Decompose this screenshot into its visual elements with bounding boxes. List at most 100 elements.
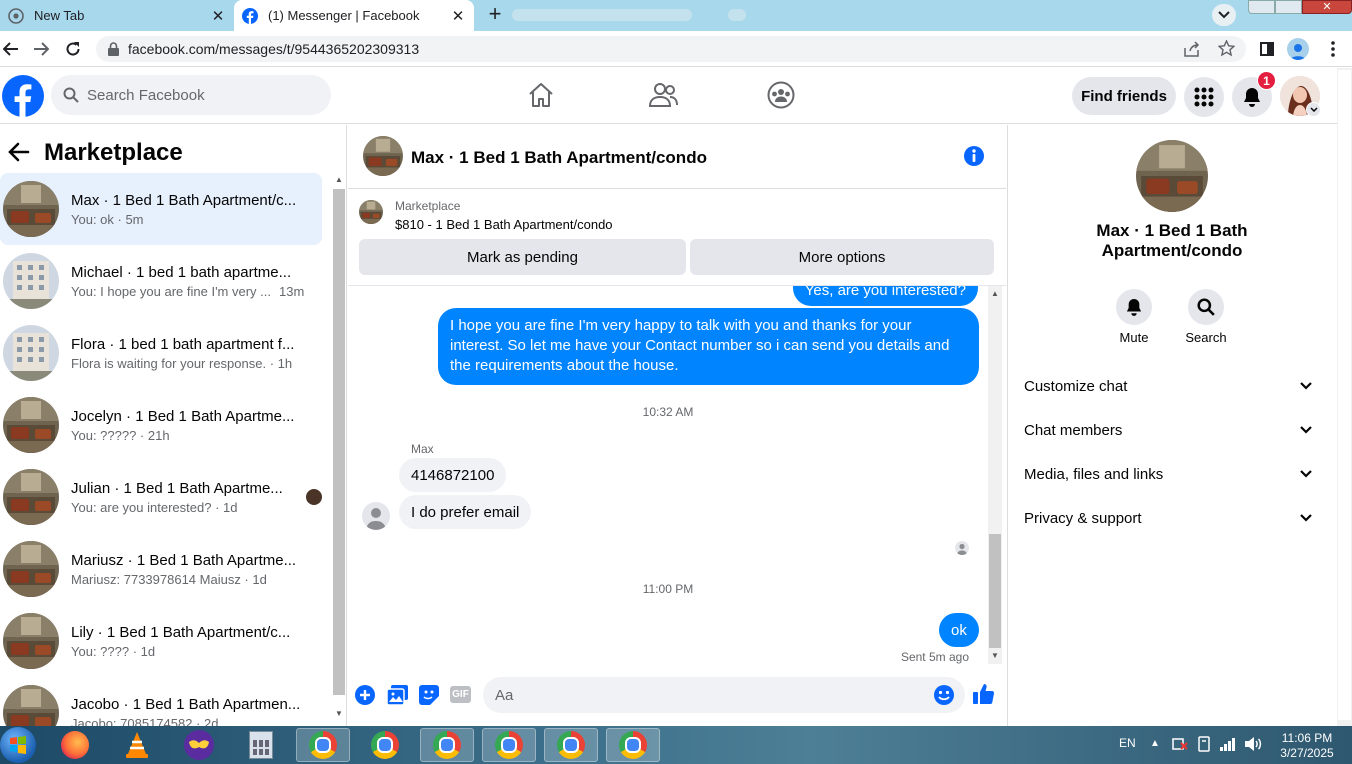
mark-as-pending-button[interactable]: Mark as pending — [359, 239, 686, 275]
facebook-logo[interactable] — [2, 75, 44, 117]
details-section-item[interactable]: Media, files and links — [1008, 454, 1328, 494]
back-arrow-icon[interactable] — [8, 142, 30, 162]
close-tab-icon[interactable]: ✕ — [450, 7, 466, 25]
details-section-item[interactable]: Chat members — [1008, 410, 1328, 450]
mute-button[interactable] — [1116, 289, 1152, 325]
lock-icon — [108, 42, 119, 56]
language-indicator[interactable]: EN — [1119, 736, 1136, 750]
volume-icon[interactable] — [1244, 736, 1262, 752]
share-icon[interactable] — [1184, 41, 1201, 57]
incoming-message[interactable]: 4146872100 — [399, 458, 507, 492]
thumbs-up-icon[interactable] — [973, 683, 995, 705]
photo-gallery-icon[interactable] — [387, 685, 408, 705]
thread-scrollbar[interactable]: ▲ ▼ — [988, 286, 1002, 664]
outgoing-message[interactable]: I hope you are fine I'm very happy to ta… — [438, 308, 979, 385]
scroll-up-icon[interactable]: ▲ — [335, 175, 343, 184]
find-friends-button[interactable]: Find friends — [1072, 77, 1176, 115]
tab-search-button[interactable] — [1212, 4, 1236, 26]
facebook-search-input[interactable]: Search Facebook — [51, 75, 331, 115]
bookmark-star-icon[interactable] — [1218, 40, 1235, 57]
chrome-taskbar-icon[interactable] — [296, 728, 350, 762]
add-attachment-icon[interactable] — [354, 684, 376, 706]
forward-arrow-icon — [34, 42, 49, 56]
profile-button[interactable] — [1287, 38, 1309, 60]
profile-icon — [1290, 44, 1306, 60]
side-panel-button[interactable] — [1256, 38, 1278, 60]
account-chevron[interactable] — [1306, 102, 1321, 117]
scrollbar-thumb[interactable] — [1338, 70, 1351, 720]
close-tab-icon[interactable]: ✕ — [210, 7, 226, 25]
faded-tab[interactable] — [728, 9, 746, 21]
taskbar-clock[interactable]: 11:06 PM 3/27/2025 — [1268, 731, 1346, 761]
maximize-button[interactable] — [1275, 0, 1302, 14]
chat-title[interactable]: Max · 1 Bed 1 Bath Apartment/condo — [411, 148, 707, 168]
search-icon — [1197, 298, 1215, 316]
sticker-icon[interactable] — [419, 685, 439, 705]
conversation-item[interactable]: Michael · 1 bed 1 bath apartme... You: I … — [0, 245, 322, 317]
groups-nav-icon[interactable] — [767, 81, 795, 109]
outgoing-message[interactable]: ok — [939, 613, 979, 647]
home-nav-icon[interactable] — [527, 81, 555, 109]
signal-icon[interactable] — [1220, 737, 1236, 751]
sender-avatar[interactable] — [362, 502, 390, 530]
close-window-button[interactable]: ✕ — [1302, 0, 1352, 14]
browser-tab-messenger[interactable]: (1) Messenger | Facebook ✕ — [234, 0, 474, 31]
conversation-item[interactable]: Jocelyn · 1 Bed 1 Bath Apartme... You: ??… — [0, 389, 322, 461]
outgoing-message[interactable]: Yes, are you interested? — [792, 286, 978, 306]
scroll-down-icon[interactable]: ▼ — [335, 709, 343, 718]
chrome-taskbar-icon[interactable] — [544, 728, 598, 762]
chrome-taskbar-icon[interactable] — [358, 728, 412, 762]
chrome-taskbar-icon[interactable] — [420, 728, 474, 762]
conversation-item[interactable]: Max · 1 Bed 1 Bath Apartment/c... You: ok… — [0, 173, 322, 245]
app-taskbar-icon[interactable] — [172, 728, 226, 762]
scrollbar-thumb[interactable] — [989, 534, 1001, 648]
show-hidden-icons-icon[interactable]: ▲ — [1150, 738, 1160, 749]
conversation-avatar — [3, 325, 59, 381]
chevron-down-icon — [1300, 382, 1312, 390]
listing-title[interactable]: $810 - 1 Bed 1 Bath Apartment/condo — [395, 217, 613, 232]
details-section-item[interactable]: Privacy & support — [1008, 498, 1328, 538]
listing-thumbnail[interactable] — [359, 200, 383, 224]
menu-button[interactable] — [1184, 77, 1224, 117]
network-error-icon[interactable] — [1172, 737, 1188, 751]
conversation-preview: Flora is waiting for your response. · 1h — [71, 356, 309, 371]
firefox-taskbar-icon[interactable] — [48, 728, 102, 762]
more-options-button[interactable]: More options — [690, 239, 994, 275]
minimize-button[interactable] — [1248, 0, 1275, 14]
friends-nav-icon[interactable] — [648, 81, 678, 109]
conversation-scrollbar[interactable]: ▲ ▼ — [332, 175, 346, 723]
faded-tab[interactable] — [512, 9, 692, 21]
conversation-item[interactable]: Flora · 1 bed 1 bath apartment f... Flora… — [0, 317, 322, 389]
input-placeholder: Aa — [495, 686, 514, 704]
conversation-item[interactable]: Lily · 1 Bed 1 Bath Apartment/c... You: ?… — [0, 605, 322, 677]
url-bar[interactable]: facebook.com/messages/t/9544365202309313 — [96, 36, 1246, 62]
message-input[interactable]: Aa — [483, 677, 965, 713]
search-in-chat-button[interactable] — [1188, 289, 1224, 325]
new-tab-button[interactable]: + — [482, 3, 508, 26]
details-section-item[interactable]: Customize chat — [1008, 366, 1328, 406]
reload-button[interactable] — [62, 38, 84, 60]
back-button[interactable] — [0, 38, 22, 60]
scroll-up-icon[interactable]: ▲ — [991, 289, 999, 298]
chrome-taskbar-icon[interactable] — [606, 728, 660, 762]
chat-avatar[interactable] — [363, 136, 403, 176]
browser-tab-new-tab[interactable]: New Tab ✕ — [0, 0, 234, 31]
usb-icon[interactable] — [1197, 736, 1211, 752]
details-avatar[interactable] — [1136, 140, 1208, 212]
start-button[interactable] — [0, 727, 36, 763]
conversation-item[interactable]: Julian · 1 Bed 1 Bath Apartme... You: are… — [0, 461, 322, 533]
emoji-icon[interactable] — [933, 684, 955, 706]
conversation-preview: You: ok · 5m — [71, 212, 309, 227]
calculator-taskbar-icon[interactable] — [234, 728, 288, 762]
page-scrollbar[interactable] — [1337, 68, 1352, 726]
forward-button[interactable] — [30, 38, 52, 60]
info-icon[interactable] — [963, 145, 985, 167]
conversation-item[interactable]: Mariusz · 1 Bed 1 Bath Apartme... Mariusz… — [0, 533, 322, 605]
incoming-message[interactable]: I do prefer email — [399, 495, 532, 529]
scroll-down-icon[interactable]: ▼ — [991, 651, 999, 660]
chrome-taskbar-icon[interactable] — [482, 728, 536, 762]
browser-menu-button[interactable] — [1322, 38, 1344, 60]
vlc-taskbar-icon[interactable] — [110, 728, 164, 762]
scrollbar-thumb[interactable] — [333, 189, 345, 695]
gif-button[interactable]: GIF — [450, 686, 471, 703]
